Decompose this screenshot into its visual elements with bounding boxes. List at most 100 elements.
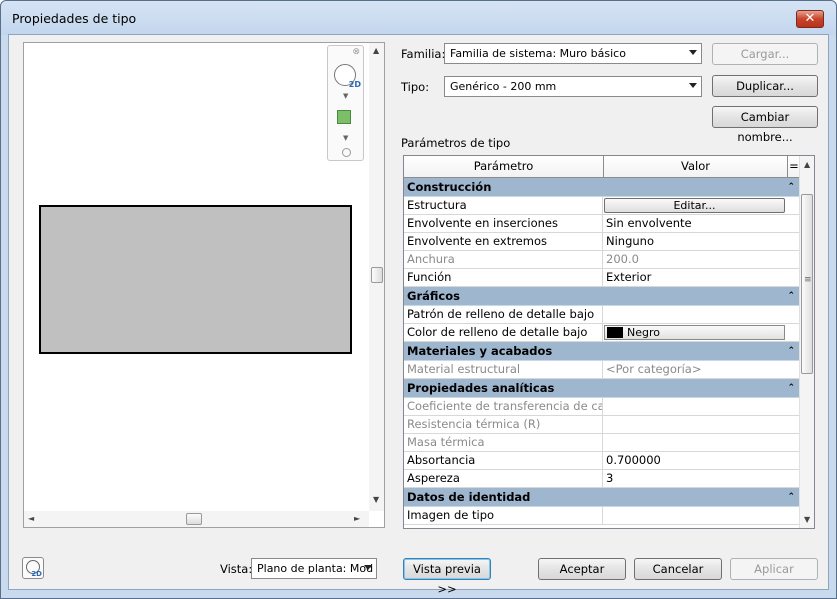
parameter-row[interactable]: Envolvente en inserciones Sin envolvente (404, 215, 800, 233)
chevron-down-icon (689, 83, 697, 88)
scroll-left-arrow-icon[interactable]: ◄ (28, 514, 34, 523)
parameter-row[interactable]: Color de relleno de detalle bajo Negro (404, 324, 800, 342)
vista-previa-button[interactable]: Vista previa >> (403, 558, 491, 596)
column-header-valor[interactable]: Valor (604, 156, 788, 178)
grid-vertical-scrollbar[interactable]: ▲ ▼ (799, 156, 814, 528)
group-title: Propiedades analíticas (407, 381, 555, 395)
tipo-dropdown[interactable]: Genérico - 200 mm (444, 76, 702, 97)
dialog-client-area: ⊗ 2D ▼ ▼ ▲ ▼ ◄ ► Familia: Familia de sis… (8, 34, 829, 596)
preview-vertical-scrollbar[interactable]: ▲ ▼ (369, 43, 384, 511)
preview-vertical-thumb[interactable] (371, 267, 383, 283)
group-header[interactable]: Materiales y acabados ⌃ (404, 342, 800, 361)
column-header-parametro[interactable]: Parámetro (404, 156, 604, 178)
2d-label: 2D (31, 570, 42, 578)
preview-horizontal-scrollbar[interactable]: ◄ ► (24, 511, 369, 527)
parameter-name: Envolvente en extremos (404, 233, 603, 251)
cargar-button[interactable]: Cargar... (712, 43, 818, 65)
parameter-name: Color de relleno de detalle bajo (404, 324, 603, 342)
tipo-label: Tipo: (401, 80, 430, 94)
parameter-row[interactable]: Imagen de tipo (404, 507, 800, 525)
parameter-value (603, 416, 800, 434)
familia-dropdown[interactable]: Familia de sistema: Muro básico (444, 43, 702, 64)
parameter-row[interactable]: Coeficiente de transferencia de calor (404, 398, 800, 416)
scroll-down-arrow-icon[interactable]: ▼ (373, 495, 379, 504)
collapse-chevron-icon[interactable]: ⌃ (787, 488, 795, 507)
parameter-name: Material estructural (404, 361, 603, 379)
parameter-row[interactable]: Patrón de relleno de detalle bajo (404, 306, 800, 324)
group-header[interactable]: Construcción ⌃ (404, 178, 800, 197)
parameter-value[interactable]: Sin envolvente (603, 215, 800, 233)
parameter-row[interactable]: Estructura Editar... (404, 197, 800, 215)
parameter-row[interactable]: Anchura 200.0 (404, 251, 800, 269)
type-preview-pane[interactable]: ⊗ 2D ▼ ▼ ▲ ▼ ◄ ► (23, 42, 385, 528)
familia-label: Familia: (401, 47, 446, 61)
collapse-chevron-icon[interactable]: ⌃ (787, 178, 795, 197)
parameter-row[interactable]: Material estructural <Por categoría> (404, 361, 800, 379)
parameter-row[interactable]: Absortancia 0.700000 (404, 452, 800, 470)
tipo-value: Genérico - 200 mm (450, 80, 557, 93)
group-header[interactable]: Datos de identidad ⌃ (404, 488, 800, 507)
parameter-name: Aspereza (404, 470, 603, 488)
parameter-row[interactable]: Masa térmica (404, 434, 800, 452)
parameter-value[interactable]: Ninguno (603, 233, 800, 251)
navigation-bar: ⊗ 2D ▼ ▼ (327, 45, 364, 161)
parameter-name: Coeficiente de transferencia de calor (404, 398, 603, 416)
parameter-value[interactable]: 3 (603, 470, 800, 488)
parameter-name: Estructura (404, 197, 603, 215)
chevron-down-icon (364, 565, 372, 570)
2d-wheel-icon[interactable]: 2D (334, 64, 361, 89)
parameter-name: Patrón de relleno de detalle bajo (404, 306, 603, 324)
parameter-name: Anchura (404, 251, 603, 269)
scroll-up-arrow-icon[interactable]: ▲ (373, 46, 379, 55)
zoom-dropdown-icon[interactable]: ▼ (343, 134, 348, 142)
parameter-value[interactable] (603, 306, 800, 324)
aceptar-button[interactable]: Aceptar (538, 558, 626, 580)
2d-view-icon[interactable]: 2D (22, 557, 44, 579)
parameter-value[interactable]: Editar... (603, 197, 800, 215)
parameter-value[interactable] (603, 507, 800, 525)
preview-horizontal-thumb[interactable] (186, 513, 202, 525)
group-title: Construcción (407, 180, 492, 194)
vista-label: Vista: (220, 562, 253, 576)
grid-scroll-down-icon[interactable]: ▼ (804, 515, 810, 524)
parameter-name: Absortancia (404, 452, 603, 470)
aplicar-button[interactable]: Aplicar (730, 558, 818, 580)
group-title: Datos de identidad (407, 490, 531, 504)
dialog-window: Propiedades de tipo ✕ ⊗ 2D ▼ ▼ ▲ ▼ ◄ ► F… (0, 0, 837, 599)
parameter-value[interactable]: 0.700000 (603, 452, 800, 470)
vista-dropdown[interactable]: Plano de planta: Mod (251, 558, 377, 579)
cambiar-nombre-button[interactable]: Cambiar nombre... (712, 106, 818, 144)
collapse-chevron-icon[interactable]: ⌃ (787, 342, 795, 361)
grid-rows: Construcción ⌃ Estructura Editar... Envolven… (404, 178, 800, 525)
cancelar-button[interactable]: Cancelar (634, 558, 722, 580)
parameter-name: Función (404, 269, 603, 287)
zoom-icon[interactable] (337, 110, 351, 124)
parameter-name: Envolvente en inserciones (404, 215, 603, 233)
familia-value: Familia de sistema: Muro básico (450, 47, 626, 60)
duplicar-button[interactable]: Duplicar... (712, 75, 818, 97)
parametros-section-label: Parámetros de tipo (401, 136, 511, 150)
wheel-dropdown-icon[interactable]: ▼ (343, 92, 348, 100)
group-title: Materiales y acabados (407, 344, 553, 358)
parameter-row[interactable]: Aspereza 3 (404, 470, 800, 488)
edit-structure-button[interactable]: Editar... (604, 198, 785, 213)
group-title: Gráficos (407, 289, 460, 303)
nav-close-icon[interactable]: ⊗ (352, 47, 360, 57)
parameter-value[interactable]: Negro (603, 324, 800, 342)
grid-scroll-up-icon[interactable]: ▲ (804, 160, 810, 169)
scroll-right-arrow-icon[interactable]: ► (354, 514, 360, 523)
collapse-chevron-icon[interactable]: ⌃ (787, 379, 795, 398)
collapse-chevron-icon[interactable]: ⌃ (787, 287, 795, 306)
group-header[interactable]: Gráficos ⌃ (404, 287, 800, 306)
color-swatch (607, 327, 623, 338)
group-header[interactable]: Propiedades analíticas ⌃ (404, 379, 800, 398)
parameter-value[interactable]: Exterior (603, 269, 800, 287)
grid-scroll-thumb[interactable] (801, 194, 813, 374)
parameter-row[interactable]: Envolvente en extremos Ninguno (404, 233, 800, 251)
parameter-name: Imagen de tipo (404, 507, 603, 525)
close-button[interactable]: ✕ (796, 10, 824, 28)
parameter-row[interactable]: Resistencia térmica (R) (404, 416, 800, 434)
nav-options-icon[interactable] (342, 148, 351, 157)
color-picker-button[interactable]: Negro (604, 325, 785, 340)
parameter-row[interactable]: Función Exterior (404, 269, 800, 287)
